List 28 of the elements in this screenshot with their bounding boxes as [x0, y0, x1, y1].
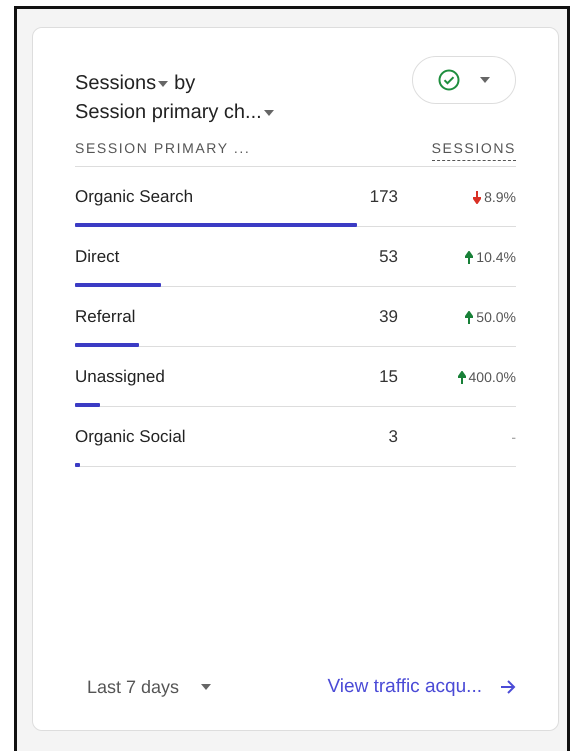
- channel-name: Organic Social: [75, 427, 187, 447]
- caret-icon: [201, 684, 212, 690]
- caret-icon: [480, 77, 490, 83]
- table-cell-text: 15: [378, 367, 398, 387]
- channel-name: Unassigned: [75, 367, 166, 387]
- caret-icon: [158, 80, 168, 86]
- column-header: SESSION PRIMARY ...: [75, 140, 250, 156]
- status-dropdown[interactable]: [412, 56, 516, 104]
- view-link[interactable]: View traffic acqu...: [327, 676, 516, 698]
- table-cell-text: 173: [368, 187, 398, 207]
- title-text: by: [174, 72, 196, 95]
- change-value: 8.9%: [398, 189, 516, 205]
- date-range-dropdown[interactable]: Last 7 days: [87, 676, 212, 698]
- dimension-dropdown[interactable]: Session primary ch...: [75, 101, 274, 124]
- channel-name: Referral: [75, 307, 136, 327]
- channel-name: Organic Search: [75, 187, 194, 207]
- change-value: 50.0%: [398, 309, 516, 325]
- column-header[interactable]: SESSIONS: [432, 140, 516, 161]
- caret-icon: [264, 110, 274, 116]
- arrow-right-icon: [500, 680, 516, 694]
- change-value: 400.0%: [398, 369, 516, 385]
- table-cell-text: 53: [378, 247, 398, 267]
- table-cell-text: 39: [378, 307, 398, 327]
- change-value: -: [510, 429, 516, 445]
- channel-name: Direct: [75, 247, 120, 267]
- metric-dropdown[interactable]: Sessions: [75, 72, 168, 95]
- table-cell-text: 3: [388, 427, 398, 447]
- change-value: 10.4%: [398, 249, 516, 265]
